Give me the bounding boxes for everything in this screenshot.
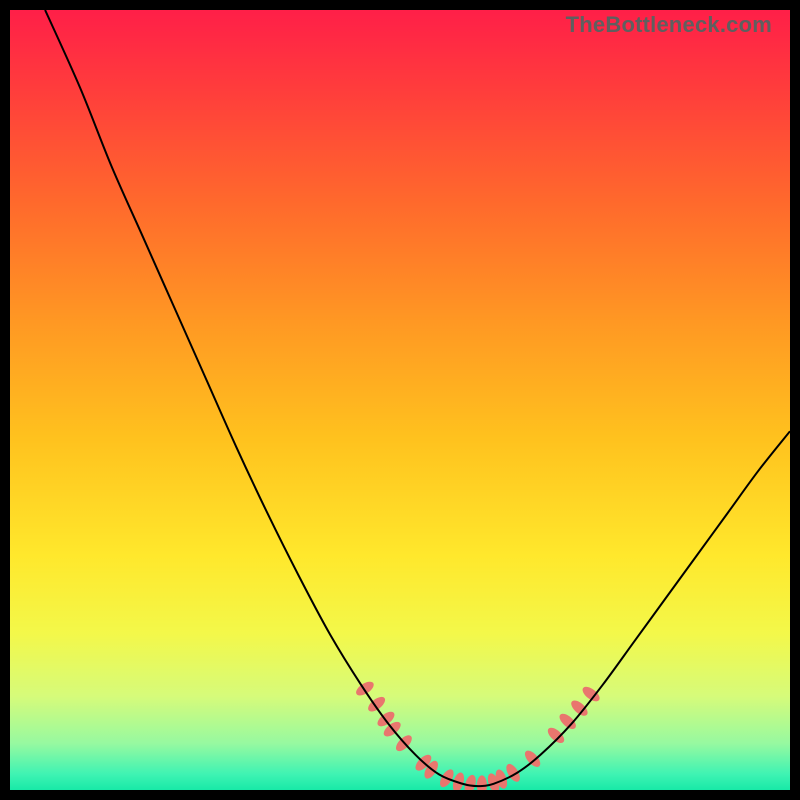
watermark-label: TheBottleneck.com — [566, 12, 772, 38]
gradient-background — [10, 10, 790, 790]
chart-frame: TheBottleneck.com — [10, 10, 790, 790]
chart-canvas — [10, 10, 790, 790]
